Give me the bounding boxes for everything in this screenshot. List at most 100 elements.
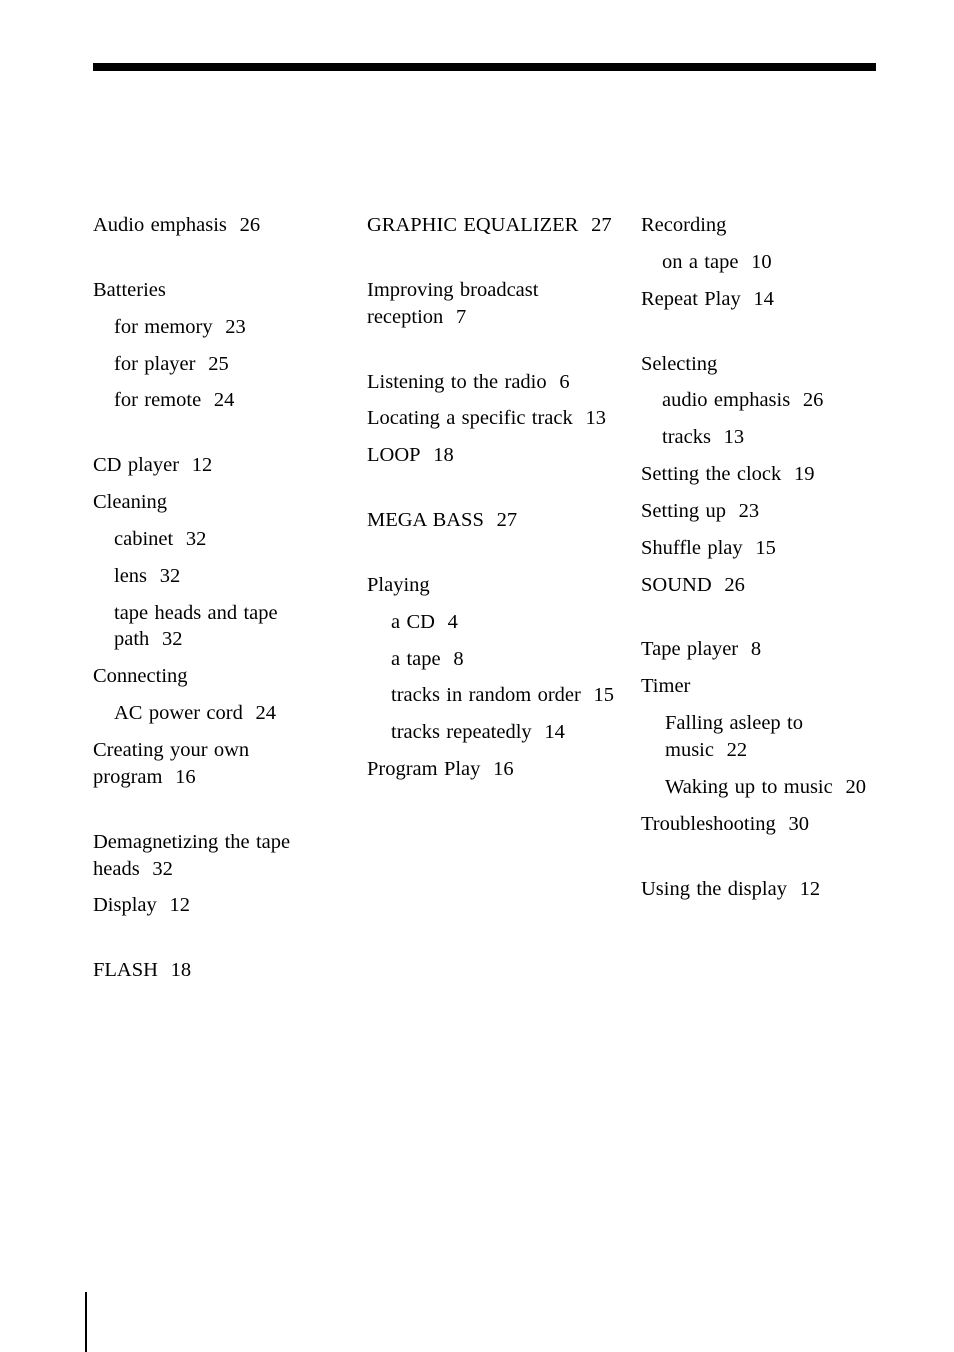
index-entry-label: Display bbox=[93, 894, 157, 917]
index-entry-page-number: 6 bbox=[546, 370, 570, 393]
index-subentry[interactable]: AC power cord 24 bbox=[93, 700, 341, 727]
index-entry-label: Waking up to music bbox=[665, 775, 833, 798]
index-subentry[interactable]: tracks repeatedly 14 bbox=[367, 719, 615, 746]
index-entry-label: a tape bbox=[391, 647, 441, 670]
index-entry[interactable]: FLASH 18 bbox=[93, 957, 341, 984]
index-entry-label: LOOP bbox=[367, 444, 421, 467]
index-subentry[interactable]: tracks 13 bbox=[641, 424, 889, 451]
index-subentry[interactable]: audio emphasis 26 bbox=[641, 387, 889, 414]
index-entry-label: Setting the clock bbox=[641, 463, 782, 486]
index-entry-label: audio emphasis bbox=[662, 389, 791, 412]
index-subentry[interactable]: Falling asleep to music 22 bbox=[641, 710, 889, 764]
index-entry[interactable]: Recording bbox=[641, 212, 889, 239]
index-entry-label: AC power cord bbox=[114, 702, 243, 725]
index-entry-label: Connecting bbox=[93, 665, 188, 688]
index-entry-page-number: 30 bbox=[775, 812, 810, 835]
index-group-i: Improving broadcast reception 7 bbox=[367, 277, 615, 331]
index-entry[interactable]: Setting the clock 19 bbox=[641, 461, 889, 488]
index-group-t: Tape player 8 Timer Falling asleep to musi… bbox=[641, 636, 889, 837]
index-entry-page-number: 12 bbox=[179, 454, 213, 477]
index-entry[interactable]: Program Play 16 bbox=[367, 756, 615, 783]
index-entry-page-number: 14 bbox=[531, 721, 565, 744]
index-column-2: GRAPHIC EQUALIZER 27 Improving broadcast … bbox=[367, 212, 615, 783]
index-entry-page-number: 14 bbox=[740, 287, 774, 310]
index-entry-page-number: 12 bbox=[156, 894, 190, 917]
index-entry[interactable]: Selecting bbox=[641, 351, 889, 378]
index-entry-page-number: 22 bbox=[713, 738, 748, 761]
index-subentry[interactable]: on a tape 10 bbox=[641, 249, 889, 276]
index-entry[interactable]: LOOP 18 bbox=[367, 442, 615, 469]
index-entry[interactable]: Listening to the radio 6 bbox=[367, 369, 615, 396]
index-entry-page-number: 23 bbox=[212, 315, 246, 338]
index-entry-label: SOUND bbox=[641, 573, 712, 596]
index-entry-page-number: 24 bbox=[242, 702, 277, 725]
index-subentry[interactable]: for memory 23 bbox=[93, 314, 341, 341]
index-entry[interactable]: Creating your own program 16 bbox=[93, 737, 341, 791]
index-entry[interactable]: Audio emphasis 26 bbox=[93, 212, 341, 239]
index-entry-label: Tape player bbox=[641, 638, 739, 661]
index-group-f: FLASH 18 bbox=[93, 957, 341, 984]
index-entry-page-number: 32 bbox=[149, 628, 183, 651]
index-entry-page-number: 19 bbox=[781, 463, 815, 486]
index-entry-label: Locating a specific track bbox=[367, 407, 573, 430]
index-entry[interactable]: Improving broadcast reception 7 bbox=[367, 277, 615, 331]
index-subentry[interactable]: tape heads and tape path 32 bbox=[93, 600, 341, 654]
index-entry-page-number: 26 bbox=[711, 573, 745, 596]
index-entry-label: Cleaning bbox=[93, 491, 168, 514]
index-entry[interactable]: MEGA BASS 27 bbox=[367, 507, 615, 534]
index-entry[interactable]: Batteries bbox=[93, 277, 341, 304]
index-entry[interactable]: Troubleshooting 30 bbox=[641, 811, 889, 838]
index-subentry[interactable]: tracks in random order 15 bbox=[367, 682, 615, 709]
index-entry[interactable]: SOUND 26 bbox=[641, 572, 889, 599]
index-entry-page-number: 26 bbox=[226, 214, 261, 236]
index-group-b: Batteries for memory 23 for player 25 for r… bbox=[93, 277, 341, 414]
index-entry-label: Repeat Play bbox=[641, 287, 741, 310]
index-entry[interactable]: Timer bbox=[641, 673, 889, 700]
index-subentry[interactable]: a CD 4 bbox=[367, 609, 615, 636]
index-entry-label: Using the display bbox=[641, 877, 787, 900]
index-entry-label: GRAPHIC EQUALIZER bbox=[367, 214, 579, 236]
index-entry-label: Selecting bbox=[641, 352, 718, 375]
index-group-s: Selecting audio emphasis 26 tracks 13 Setti… bbox=[641, 351, 889, 599]
index-entry-page-number: 26 bbox=[790, 389, 824, 412]
index-entry[interactable]: Cleaning bbox=[93, 489, 341, 516]
index-entry-page-number: 10 bbox=[738, 250, 772, 273]
index-entry-page-number: 18 bbox=[420, 444, 454, 467]
index-entry-page-number: 8 bbox=[440, 647, 464, 670]
index-subentry[interactable]: cabinet 32 bbox=[93, 526, 341, 553]
index-entry-page-number: 20 bbox=[832, 775, 866, 798]
index-entry[interactable]: Repeat Play 14 bbox=[641, 286, 889, 313]
index-subentry[interactable]: lens 32 bbox=[93, 563, 341, 590]
index-subentry[interactable]: for player 25 bbox=[93, 351, 341, 378]
index-entry-page-number: 18 bbox=[157, 959, 192, 982]
index-subentry[interactable]: a tape 8 bbox=[367, 646, 615, 673]
index-entry[interactable]: Connecting bbox=[93, 663, 341, 690]
index-entry-label: for memory bbox=[114, 315, 213, 338]
index-entry[interactable]: GRAPHIC EQUALIZER 27 bbox=[367, 212, 615, 239]
index-entry-page-number: 24 bbox=[201, 389, 235, 412]
index-entry-label: CD player bbox=[93, 454, 180, 477]
index-entry-label: Demagnetizing the tape heads bbox=[93, 830, 291, 880]
index-entry[interactable]: Playing bbox=[367, 572, 615, 599]
index-group-a: Audio emphasis 26 bbox=[93, 212, 341, 239]
index-entry[interactable]: CD player 12 bbox=[93, 452, 341, 479]
index-entry-page-number: 25 bbox=[195, 352, 229, 375]
index-entry[interactable]: Locating a specific track 13 bbox=[367, 405, 615, 432]
index-entry[interactable]: Display 12 bbox=[93, 892, 341, 919]
index-entry[interactable]: Shuffle play 15 bbox=[641, 535, 889, 562]
index-entry-label: for player bbox=[114, 352, 196, 375]
index-entry[interactable]: Tape player 8 bbox=[641, 636, 889, 663]
header-rule bbox=[93, 63, 876, 71]
index-entry[interactable]: Demagnetizing the tape heads 32 bbox=[93, 829, 341, 883]
index-entry-page-number: 15 bbox=[580, 684, 615, 707]
index-entry-page-number: 16 bbox=[162, 765, 196, 788]
index-entry-page-number: 4 bbox=[434, 610, 458, 633]
index-entry-label: lens bbox=[114, 564, 148, 587]
index-entry-label: Batteries bbox=[93, 278, 166, 301]
index-entry-page-number: 27 bbox=[578, 214, 612, 236]
index-subentry[interactable]: Waking up to music 20 bbox=[641, 774, 889, 801]
index-subentry[interactable]: for remote 24 bbox=[93, 387, 341, 414]
index-entry[interactable]: Setting up 23 bbox=[641, 498, 889, 525]
index-entry-page-number: 12 bbox=[786, 877, 821, 900]
index-entry[interactable]: Using the display 12 bbox=[641, 876, 889, 903]
